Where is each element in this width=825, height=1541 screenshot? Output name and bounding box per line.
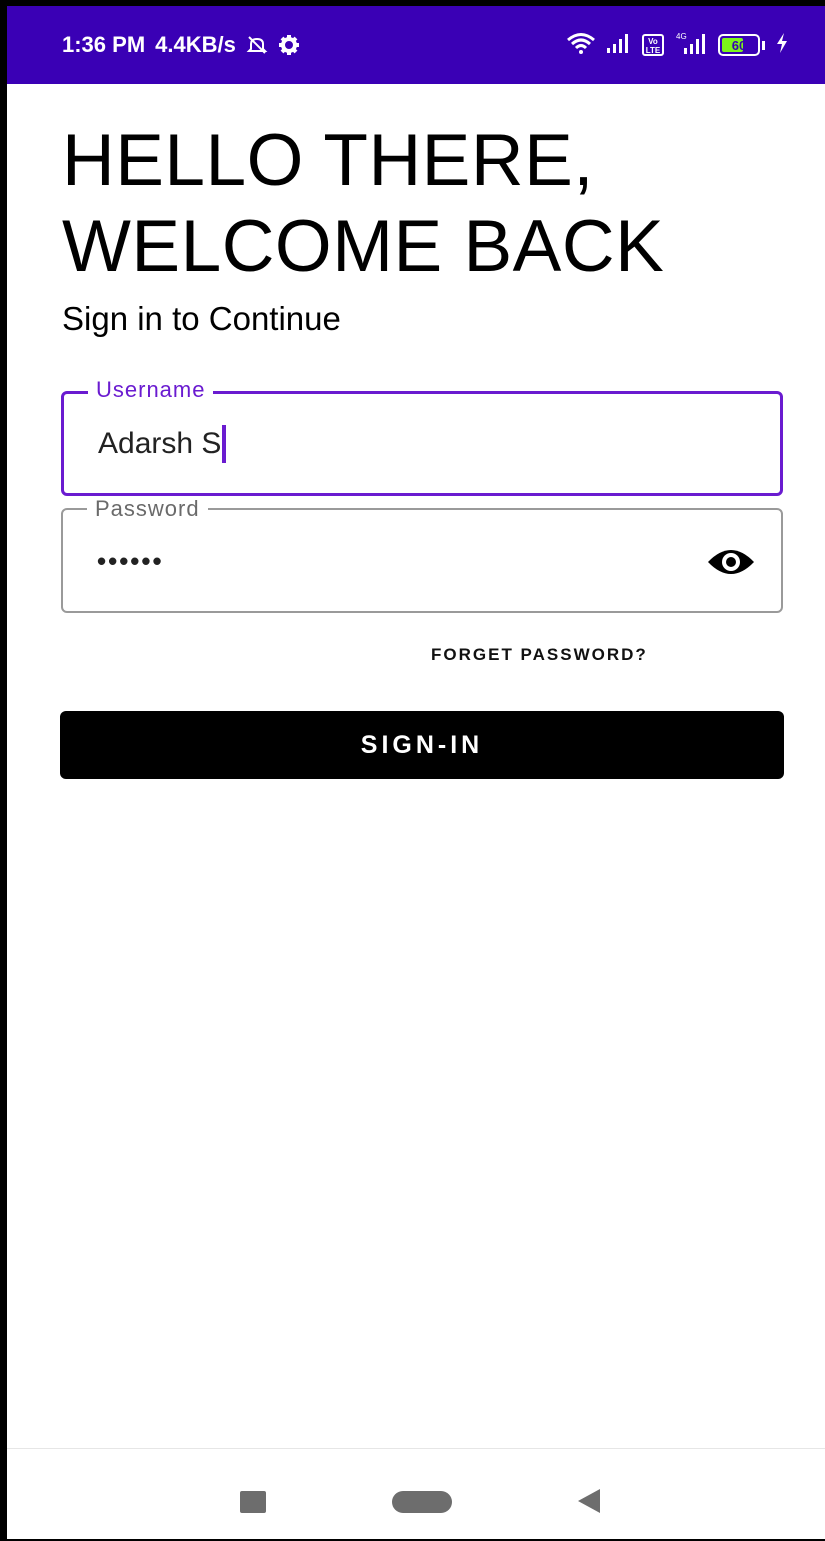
page-subtitle: Sign in to Continue [62,300,341,337]
recents-icon[interactable] [240,1491,266,1513]
navigation-bar [7,1448,825,1539]
gear-icon [278,34,300,56]
status-right: Vo LTE 4G 60 [566,6,789,84]
battery-level: 60 [731,37,747,53]
signin-button[interactable]: SIGN-IN [60,711,784,779]
eye-icon[interactable] [705,540,757,584]
battery-tip [762,40,765,50]
status-bar: 1:36 PM 4.4KB/s Vo LTE 4G 60 [7,6,825,84]
username-value-wrap: Adarsh S [98,425,227,463]
password-value: •••••• [97,546,164,576]
volte-icon: Vo LTE [642,34,664,56]
headline-line-2: WELCOME BACK [62,206,665,287]
username-field[interactable]: Username Adarsh S [61,377,783,496]
password-label: Password [87,496,208,522]
charging-icon [775,32,789,59]
home-icon[interactable] [392,1491,452,1513]
username-value: Adarsh S [98,427,222,460]
svg-text:4G: 4G [676,32,687,41]
username-label: Username [88,377,214,403]
forgot-password-link[interactable]: FORGET PASSWORD? [431,645,648,665]
headline-line-1: HELLO THERE, [62,120,595,201]
wifi-icon [566,32,596,59]
signal-icon [606,32,632,59]
status-time: 1:36 PM [62,32,146,57]
mute-icon [246,34,268,56]
battery-icon: 60 [718,34,760,56]
text-caret [222,425,227,463]
page-title: HELLO THERE, WELCOME BACK [62,118,802,290]
back-icon[interactable] [578,1489,600,1513]
status-left: 1:36 PM 4.4KB/s [62,6,300,84]
password-field[interactable]: Password •••••• [61,496,783,613]
signal-4g-icon: 4G [674,31,708,60]
status-net-speed: 4.4KB/s [155,32,236,57]
